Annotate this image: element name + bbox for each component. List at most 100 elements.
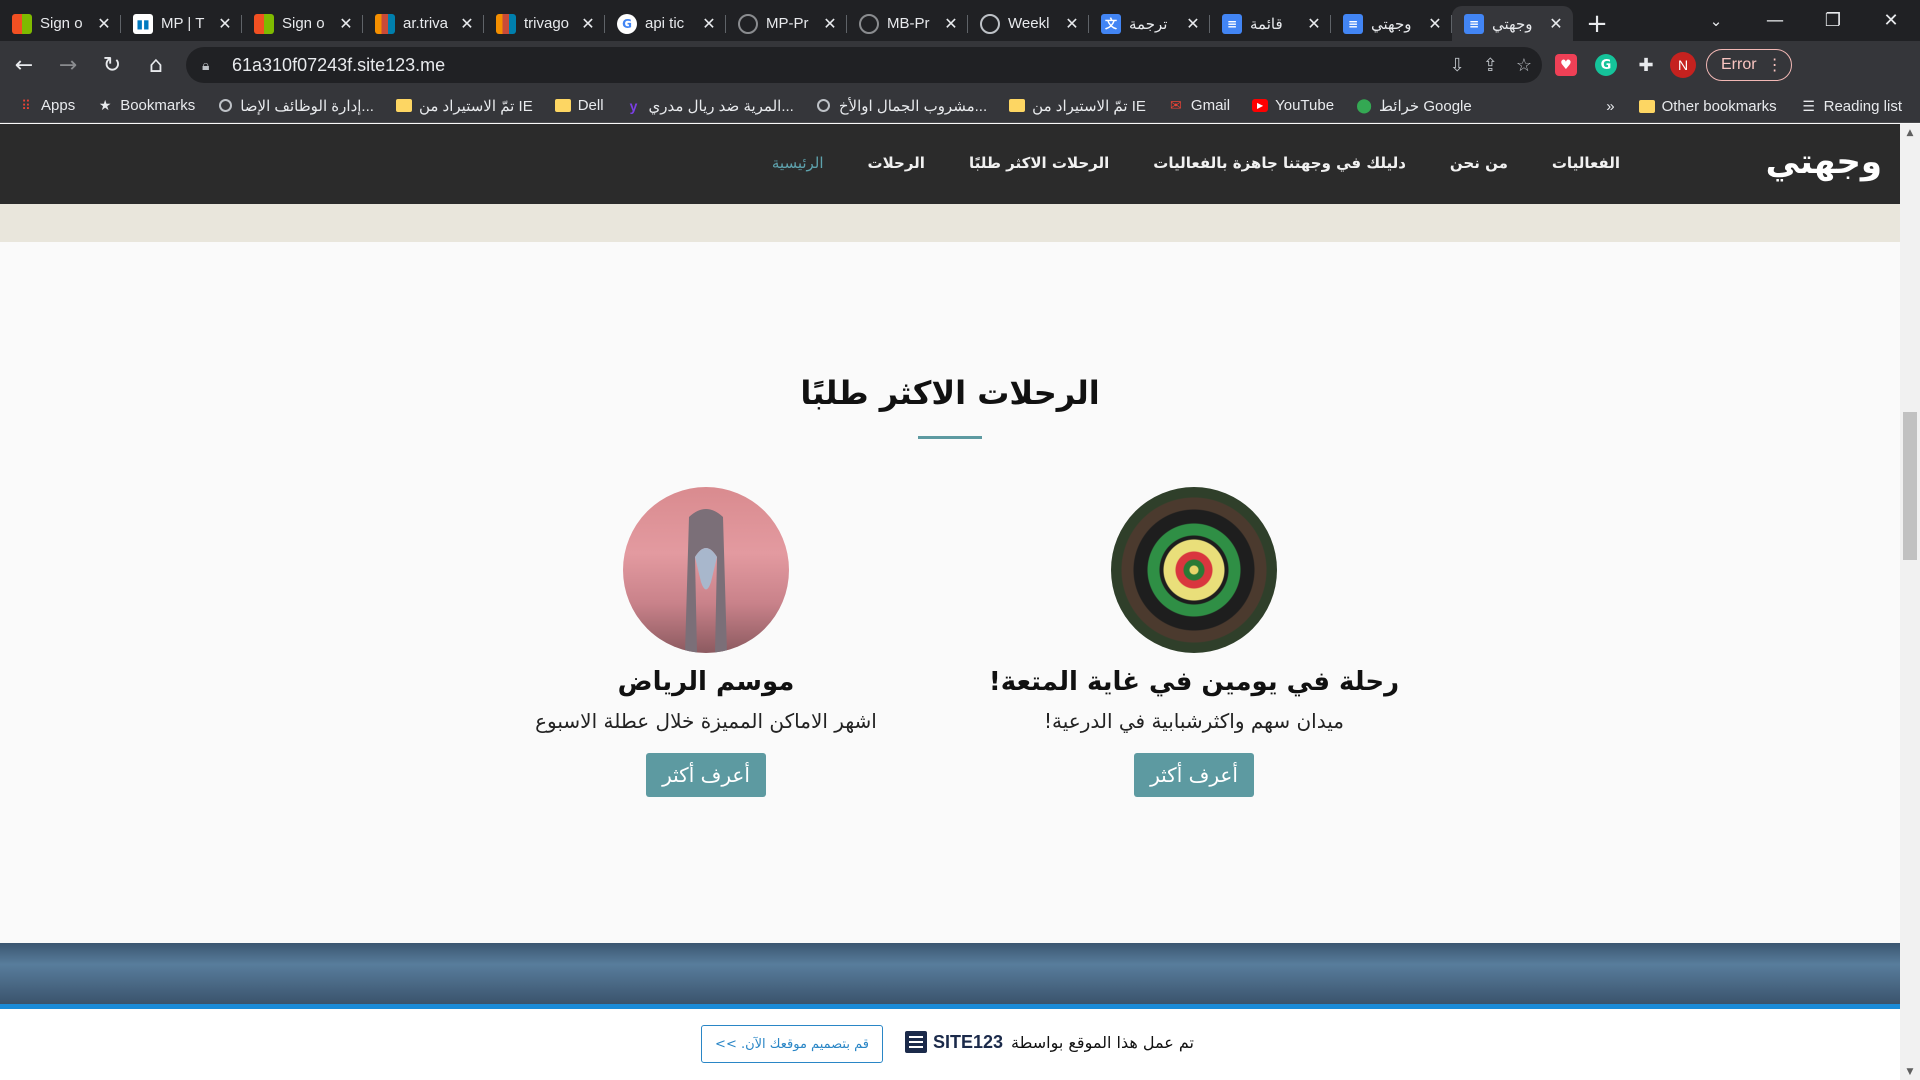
menu-item[interactable]: من نحن [1450, 154, 1508, 172]
browser-tab[interactable]: MB-Pr ✕ [847, 6, 968, 41]
restore-icon[interactable]: ❐ [1804, 0, 1862, 41]
close-tab-icon[interactable]: ✕ [1547, 14, 1565, 33]
error-button[interactable]: Error ⋮ [1706, 49, 1792, 81]
other-bookmarks[interactable]: Other bookmarks [1638, 98, 1777, 115]
close-tab-icon[interactable]: ✕ [458, 14, 476, 33]
browser-tab[interactable]: ≡ وجهتي ✕ [1331, 6, 1452, 41]
browser-toolbar: ← → ↻ ⌂ 🔒︎ 61a310f07243f.site123.me ⇩ ⇪ … [0, 41, 1920, 89]
menu-item[interactable]: الفعاليات [1552, 154, 1620, 172]
close-tab-icon[interactable]: ✕ [700, 14, 718, 33]
reload-icon[interactable]: ↻ [92, 45, 132, 85]
pocket-extension-icon[interactable]: ♥ [1550, 49, 1582, 81]
sea-banner-image [0, 943, 1900, 1004]
browser-tab[interactable]: Sign o ✕ [242, 6, 363, 41]
forward-arrow-icon[interactable]: → [48, 45, 88, 85]
bookmark-item[interactable]: تمّ الاستيراد من IE [1009, 97, 1146, 115]
globe-icon [816, 98, 832, 114]
window-controls: — ❐ ✕ [1746, 0, 1920, 41]
bookmark-label: المرية ضد ريال مدري... [648, 97, 794, 115]
minimize-icon[interactable]: — [1746, 0, 1804, 41]
bookmark-item[interactable]: Dell [554, 97, 604, 114]
create-site-button[interactable]: قم بتصميم موقعك الآن. >> [701, 1025, 883, 1063]
close-tab-icon[interactable]: ✕ [337, 14, 355, 33]
close-tab-icon[interactable]: ✕ [216, 14, 234, 33]
browser-tab[interactable]: Weekl ✕ [968, 6, 1089, 41]
bookmark-item[interactable]: ★ Bookmarks [97, 97, 195, 114]
close-tab-icon[interactable]: ✕ [95, 14, 113, 33]
site123-brand: SITE123 [933, 1031, 1004, 1052]
profile-avatar[interactable]: N [1670, 52, 1696, 78]
bookmark-item[interactable]: ⠿ Apps [18, 97, 75, 114]
learn-more-button[interactable]: أعرف أكثر [646, 753, 766, 797]
scroll-thumb[interactable] [1903, 412, 1917, 560]
page-scrollbar[interactable]: ▲ ▼ [1900, 124, 1920, 1080]
browser-tab[interactable]: ≡ قائمة ✕ [1210, 6, 1331, 41]
close-window-icon[interactable]: ✕ [1862, 0, 1920, 41]
bookmark-label: Apps [41, 97, 76, 114]
section-divider [918, 436, 982, 439]
tab-list: Sign o ✕ ▮▮ MP | T ✕ Sign o ✕ ar.triva ✕ trivago ✕… [0, 0, 1573, 41]
close-tab-icon[interactable]: ✕ [942, 14, 960, 33]
menu-item[interactable]: دليلك في وجهتنا جاهزة بالفعاليات [1153, 154, 1406, 172]
home-icon[interactable]: ⌂ [136, 45, 176, 85]
site-logo[interactable]: وجهتي [1766, 142, 1882, 182]
bookmark-item[interactable]: y المرية ضد ريال مدري... [626, 97, 794, 115]
trip-card-dartboard: رحلة في يومين في غاية المتعة! ميدان سهم … [954, 487, 1434, 797]
browser-tab[interactable]: Gapi tic ✕ [605, 6, 726, 41]
bookmark-list: ⠿ Apps ★ Bookmarks إدارة الوظائف الإضا... تمّ… [18, 97, 1494, 115]
tab-title: وجهتي [1492, 15, 1533, 33]
grammarly-extension-icon[interactable]: G [1590, 49, 1622, 81]
browser-tab[interactable]: MP-Pr ✕ [726, 6, 847, 41]
bookmarks-bar: ⠿ Apps ★ Bookmarks إدارة الوظائف الإضا... تمّ… [0, 89, 1920, 123]
back-arrow-icon[interactable]: ← [4, 45, 44, 85]
bookmark-item[interactable]: ⬤ خرائط Google [1356, 97, 1472, 115]
close-tab-icon[interactable]: ✕ [1305, 14, 1323, 33]
menu-item[interactable]: الرحلات الاكثر طلبًا [969, 154, 1109, 172]
bookmark-label: YouTube [1275, 97, 1335, 114]
browser-tab[interactable]: ▮▮ MP | T ✕ [121, 6, 242, 41]
install-app-icon[interactable]: ⇩ [1450, 55, 1465, 76]
browser-tab[interactable]: Sign o ✕ [0, 6, 121, 41]
browser-tab[interactable]: 文 ترجمة ✕ [1089, 6, 1210, 41]
close-tab-icon[interactable]: ✕ [1184, 14, 1202, 33]
browser-tab[interactable]: ≡ وجهتي ✕ [1452, 6, 1573, 41]
close-tab-icon[interactable]: ✕ [1063, 14, 1081, 33]
extensions-puzzle-icon[interactable]: ✚ [1630, 49, 1662, 81]
card-description: ميدان سهم واكثرشبابية في الدرعية! [1044, 709, 1344, 733]
lock-icon[interactable]: 🔒︎ [202, 57, 222, 74]
browser-tab[interactable]: ar.triva ✕ [363, 6, 484, 41]
close-tab-icon[interactable]: ✕ [821, 14, 839, 33]
kingdom-tower-drawing [685, 509, 727, 653]
share-icon[interactable]: ⇪ [1483, 55, 1498, 76]
bookmark-item[interactable]: ▶ YouTube [1252, 97, 1334, 114]
bookmark-item[interactable]: تمّ الاستيراد من IE [395, 97, 533, 115]
microsoft-icon [254, 13, 274, 34]
close-tab-icon[interactable]: ✕ [579, 14, 597, 33]
bookmark-item[interactable]: إدارة الوظائف الإضا... [217, 97, 374, 115]
site123-logo[interactable]: SITE123 [905, 1031, 1003, 1053]
tab-search-chevron-icon[interactable]: ⌄ [1686, 0, 1746, 41]
gmail-icon: ✉ [1170, 97, 1182, 113]
browser-tab[interactable]: trivago ✕ [484, 6, 605, 41]
close-tab-icon[interactable]: ✕ [1426, 14, 1444, 33]
reading-list[interactable]: ☰ Reading list [1801, 98, 1902, 115]
bookmark-label: مشروب الجمال اوالأخ... [838, 97, 988, 115]
header-strip [0, 204, 1900, 242]
scroll-down-icon[interactable]: ▼ [1900, 1063, 1920, 1080]
bookmarks-overflow-icon[interactable]: » [1606, 98, 1614, 115]
site-header: وجهتي الرئيسية الرحلات الرحلات الاكثر طلبً… [0, 124, 1900, 204]
learn-more-button[interactable]: أعرف أكثر [1134, 753, 1254, 797]
scroll-up-icon[interactable]: ▲ [1900, 124, 1920, 141]
address-bar[interactable]: 🔒︎ 61a310f07243f.site123.me ⇩ ⇪ ☆ [186, 47, 1542, 83]
bookmark-star-icon[interactable]: ☆ [1516, 55, 1532, 76]
new-tab-button[interactable]: + [1577, 6, 1617, 41]
menu-item[interactable]: الرحلات [868, 154, 925, 172]
folder-icon [395, 98, 412, 114]
menu-item[interactable]: الرئيسية [772, 154, 824, 172]
bookmark-label: Bookmarks [120, 97, 196, 114]
reading-list-label: Reading list [1823, 97, 1902, 115]
bookmark-item[interactable]: ✉ Gmail [1168, 97, 1230, 114]
tab-title: trivago [524, 15, 570, 32]
bookmark-item[interactable]: مشروب الجمال اوالأخ... [816, 97, 987, 115]
microsoft-icon [12, 13, 32, 34]
